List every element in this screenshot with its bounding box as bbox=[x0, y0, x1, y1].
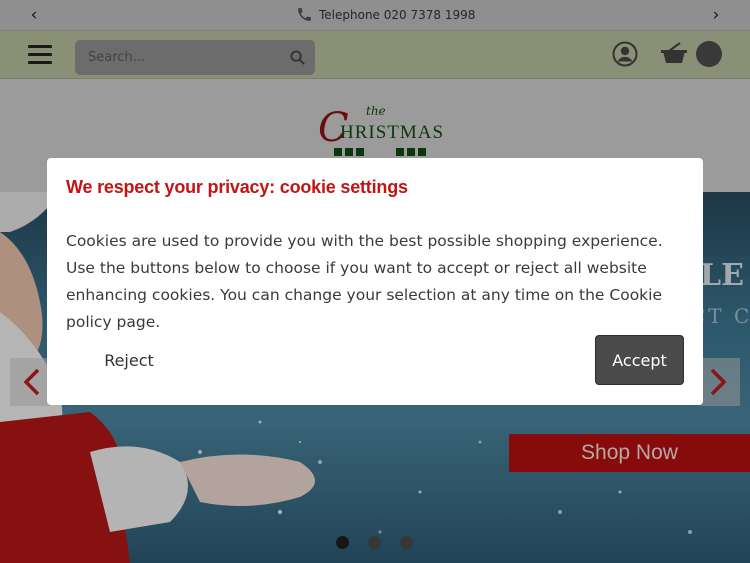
cookie-settings-dialog: We respect your privacy: cookie settings… bbox=[47, 158, 703, 405]
cookie-dialog-body: Cookies are used to provide you with the… bbox=[66, 232, 663, 331]
cookie-dialog-title: We respect your privacy: cookie settings bbox=[66, 177, 408, 197]
reject-button[interactable]: Reject bbox=[67, 335, 191, 385]
accept-button[interactable]: Accept bbox=[595, 335, 684, 385]
